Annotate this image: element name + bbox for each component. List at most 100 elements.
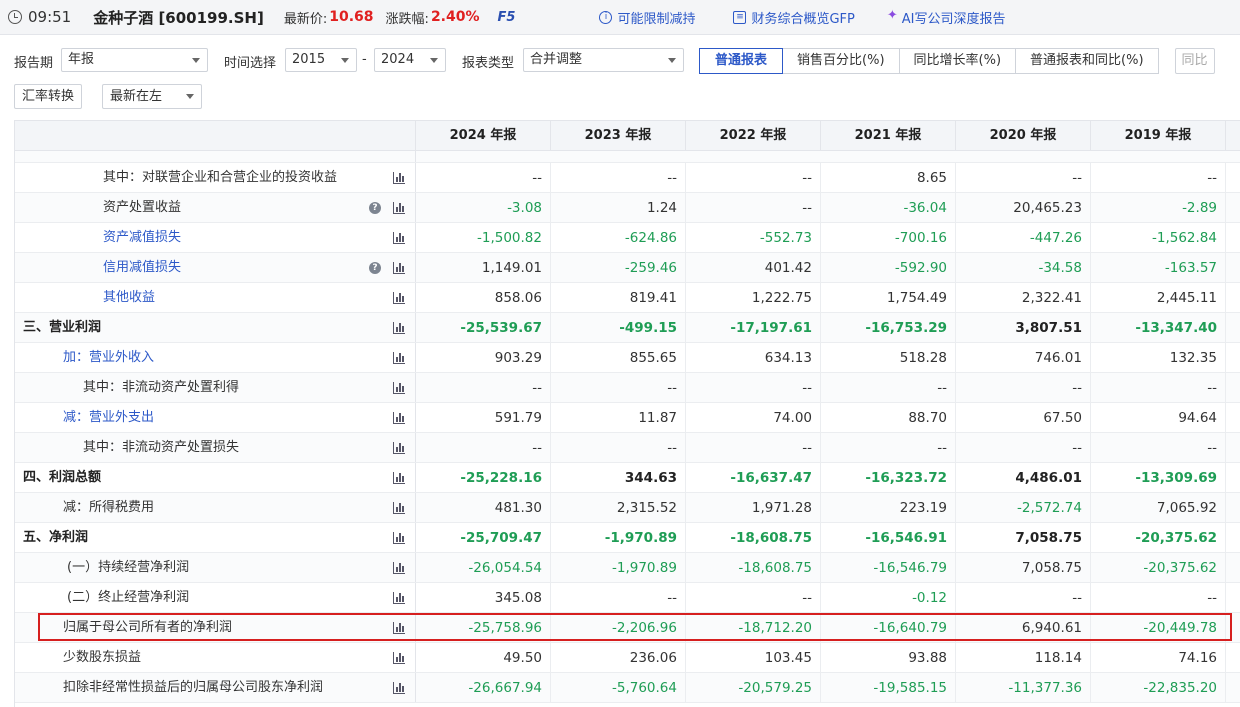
value-cell: -17,197.61 <box>686 313 821 342</box>
table-row[interactable]: 归属于母公司所有者的净利润 -25,758.96 -2,206.96 -18,712.… <box>15 613 1240 643</box>
table-row[interactable]: 扣除非经常性损益后的归属母公司股东净利润 -26,667.94 -5,760.64-… <box>15 673 1240 703</box>
row-label: 其中：非流动资产处置损失 <box>83 440 240 455</box>
bar-chart-icon[interactable] <box>393 502 405 514</box>
year-header[interactable]: 2024 年报 <box>416 121 551 150</box>
bar-chart-icon[interactable] <box>393 352 405 364</box>
table-row[interactable]: (二）终止经营净利润 345.08 -- -- -0.12 -- -- <box>15 583 1240 613</box>
bar-chart-icon[interactable] <box>393 652 405 664</box>
refresh-f5-button[interactable]: F5 <box>498 10 516 25</box>
value-cell: -18,608.75 <box>686 523 821 552</box>
time-to-value: 2024 <box>381 52 415 67</box>
tab-sales-percent[interactable]: 销售百分比(%) <box>782 48 900 74</box>
row-label: 其中：对联营企业和合营企业的投资收益 <box>103 170 338 185</box>
year-header[interactable]: 2021 年报 <box>821 121 956 150</box>
bar-chart-icon[interactable] <box>393 472 405 484</box>
bar-chart-icon[interactable] <box>393 682 405 694</box>
table-row[interactable]: 三、营业利润 -25,539.67 -499.15 -17,197.61 -16,753… <box>15 313 1240 343</box>
bar-chart-icon[interactable] <box>393 292 405 304</box>
value-cell: 20,465.23 <box>956 193 1091 222</box>
table-row[interactable]: 减：营业外支出 591.79 11.87 74.00 88.70 67.50 94.64 <box>15 403 1240 433</box>
table-row[interactable]: 其中：对联营企业和合营企业的投资收益 -- -- -- 8.65 -- -- <box>15 163 1240 193</box>
value-cell: -26,667.94 <box>416 673 551 702</box>
table-row[interactable]: 其中：非流动资产处置利得 -- -- -- -- -- -- <box>15 373 1240 403</box>
row-label: (一）持续经营净利润 <box>67 560 190 575</box>
table-row[interactable]: 五、净利润 -25,709.47 -1,970.89 -18,608.75 -16,54… <box>15 523 1240 553</box>
ai-report-label: AI写公司深度报告 <box>901 11 1006 27</box>
row-label[interactable]: 信用减值损失 <box>103 253 181 283</box>
table-row[interactable]: 信用减值损失? 1,149.01 -259.46 401.42 -592.90 -34.5… <box>15 253 1240 283</box>
tab-yoy-growth[interactable]: 同比增长率(%) <box>898 48 1017 74</box>
chevron-down-icon <box>186 94 194 99</box>
value-cell: -552.73 <box>686 223 821 252</box>
order-select[interactable]: 最新在左 <box>102 84 202 109</box>
chevron-down-icon <box>192 58 200 63</box>
bar-chart-icon[interactable] <box>393 562 405 574</box>
bar-chart-icon[interactable] <box>393 442 405 454</box>
year-header[interactable]: 2020 年报 <box>956 121 1091 150</box>
year-header[interactable]: 2019 年报 <box>1091 121 1226 150</box>
value-cell: -- <box>551 433 686 462</box>
value-cell: 8.65 <box>821 163 956 192</box>
help-icon[interactable]: ? <box>369 202 381 214</box>
value-cell: 746.01 <box>956 343 1091 372</box>
value-cell: 49.50 <box>416 643 551 672</box>
value-cell: -- <box>956 433 1091 462</box>
tab-normal-and-yoy[interactable]: 普通报表和同比(%) <box>1015 48 1159 74</box>
time-label: 时间选择 <box>224 56 277 71</box>
bar-chart-icon[interactable] <box>393 322 405 334</box>
value-cell: 88.70 <box>821 403 956 432</box>
row-label[interactable]: 其他收益 <box>103 283 155 313</box>
bar-chart-icon[interactable] <box>393 202 405 214</box>
income-statement-table: 2024 年报 2023 年报 2022 年报 2021 年报 2020 年报 … <box>14 120 1240 707</box>
scroll-gutter-cell <box>1226 583 1240 612</box>
help-icon[interactable]: ? <box>369 262 381 274</box>
bar-chart-icon[interactable] <box>393 532 405 544</box>
bar-chart-icon[interactable] <box>393 622 405 634</box>
header-label-cell <box>15 121 416 150</box>
bar-chart-icon[interactable] <box>393 262 405 274</box>
ai-report-link[interactable]: ✦ AI写公司深度报告 <box>887 8 1006 27</box>
value-cell: 819.41 <box>551 283 686 312</box>
gfp-overview-link[interactable]: ≡ 财务综合概览GFP <box>733 8 855 27</box>
table-row[interactable]: 加：营业外收入 903.29 855.65 634.13 518.28 746.01 132… <box>15 343 1240 373</box>
table-row[interactable]: 资产处置收益? -3.08 1.24 -- -36.04 20,465.23 -2.89 <box>15 193 1240 223</box>
reduction-limit-link[interactable]: i 可能限制减持 <box>599 8 695 27</box>
table-row[interactable]: 其他收益 858.06 819.41 1,222.75 1,754.49 2,322.41… <box>15 283 1240 313</box>
row-label[interactable]: 减：营业外支出 <box>63 403 154 433</box>
value-cell: -16,640.79 <box>821 613 956 642</box>
bar-chart-icon[interactable] <box>393 382 405 394</box>
table-row[interactable]: 资产减值损失 -1,500.82 -624.86 -552.73 -700.16 -447… <box>15 223 1240 253</box>
tab-yoy-cut[interactable]: 同比 <box>1174 48 1215 74</box>
chevron-down-icon <box>668 58 676 63</box>
value-cell: -18,712.20 <box>686 613 821 642</box>
stock-name[interactable]: 金种子酒 [600199.SH] <box>93 7 264 28</box>
table-row[interactable]: (一）持续经营净利润 -26,054.54 -1,970.89 -18,608.75-… <box>15 553 1240 583</box>
row-label-cell: 资产减值损失 <box>15 223 416 252</box>
bar-chart-icon[interactable] <box>393 412 405 424</box>
value-cell: 518.28 <box>821 343 956 372</box>
value-cell: 94.64 <box>1091 403 1226 432</box>
row-label[interactable]: 加：营业外收入 <box>63 343 154 373</box>
value-cell: 6,940.61 <box>956 613 1091 642</box>
year-header[interactable]: 2022 年报 <box>686 121 821 150</box>
row-label[interactable]: 资产减值损失 <box>103 223 181 253</box>
bar-chart-icon[interactable] <box>393 592 405 604</box>
time-to-select[interactable]: 2024 <box>374 48 446 72</box>
table-row[interactable]: 四、利润总额 -25,228.16 344.63 -16,637.47 -16,323.… <box>15 463 1240 493</box>
table-row[interactable]: 减：所得税费用 481.30 2,315.52 1,971.28 223.19 -2,57… <box>15 493 1240 523</box>
table-row[interactable]: 其中：非流动资产处置损失 -- -- -- -- -- -- <box>15 433 1240 463</box>
row-label: 资产处置收益 <box>103 200 182 215</box>
sparkle-icon: ✦ <box>886 7 898 23</box>
period-select[interactable]: 年报 <box>61 48 208 72</box>
year-header[interactable]: 2023 年报 <box>551 121 686 150</box>
tab-normal-report[interactable]: 普通报表 <box>699 48 784 74</box>
bar-chart-icon[interactable] <box>393 172 405 184</box>
report-type-select[interactable]: 合并调整 <box>523 48 684 72</box>
clock-icon <box>8 10 22 24</box>
fx-convert-button[interactable]: 汇率转换 <box>14 84 83 109</box>
bar-chart-icon[interactable] <box>393 232 405 244</box>
table-row[interactable]: 少数股东损益 49.50 236.06 103.45 93.88 118.14 74.16 <box>15 643 1240 673</box>
time-from-select[interactable]: 2015 <box>285 48 357 72</box>
value-cell: -16,546.79 <box>821 553 956 582</box>
value-cell: -700.16 <box>821 223 956 252</box>
